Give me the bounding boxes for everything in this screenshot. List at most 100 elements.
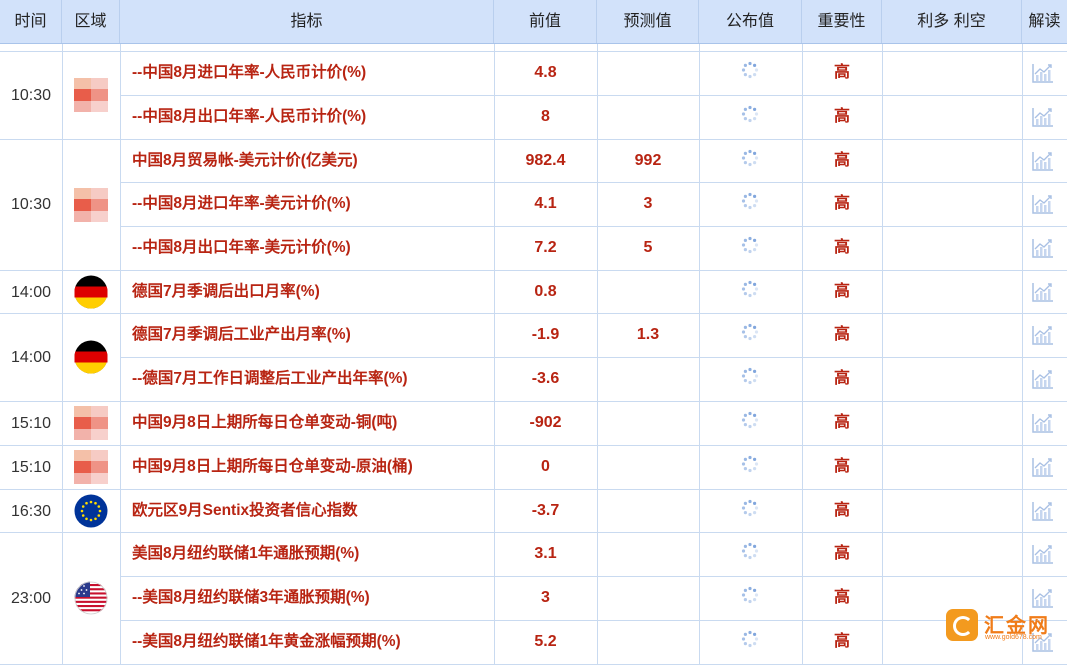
column-divider xyxy=(1022,44,1023,664)
importance-level: 高 xyxy=(833,283,850,300)
chart-icon[interactable] xyxy=(1031,237,1055,259)
header-forecast: 预测值 xyxy=(597,0,699,43)
importance-level: 高 xyxy=(833,108,850,125)
forecast-value xyxy=(597,357,699,400)
header-importance: 重要性 xyxy=(802,0,882,43)
loading-spinner-icon xyxy=(741,149,759,167)
event-time: 10:30 xyxy=(10,196,52,213)
indicator-name[interactable]: 美国8月纽约联储1年通胀预期(%) xyxy=(120,532,494,575)
loading-spinner-icon xyxy=(741,630,759,648)
loading-spinner-icon xyxy=(741,586,759,604)
chart-icon[interactable] xyxy=(1031,587,1055,609)
previous-value: -902 xyxy=(529,414,562,431)
forecast-value: 3 xyxy=(643,195,653,212)
germany-flag-icon xyxy=(74,275,108,309)
china-flag-icon xyxy=(74,406,108,440)
column-divider xyxy=(62,44,63,664)
china-flag-icon xyxy=(74,78,108,112)
forecast-value xyxy=(597,576,699,619)
importance-level: 高 xyxy=(833,152,850,169)
loading-spinner-icon xyxy=(741,192,759,210)
indicator-name[interactable]: --中国8月出口年率-人民币计价(%) xyxy=(120,95,494,138)
forecast-value: 1.3 xyxy=(636,326,660,343)
loading-spinner-icon xyxy=(741,323,759,341)
previous-value: 3 xyxy=(541,589,550,606)
importance-level: 高 xyxy=(833,589,850,606)
loading-spinner-icon xyxy=(741,542,759,560)
forecast-value xyxy=(597,532,699,575)
chart-icon[interactable] xyxy=(1031,368,1055,390)
indicator-name[interactable]: --美国8月纽约联储3年通胀预期(%) xyxy=(120,576,494,619)
us-flag-icon xyxy=(74,581,108,615)
chart-icon[interactable] xyxy=(1031,456,1055,478)
event-time: 10:30 xyxy=(10,86,52,104)
previous-value: 5.2 xyxy=(534,633,557,650)
loading-spinner-icon xyxy=(741,61,759,79)
forecast-value xyxy=(597,270,699,313)
indicator-name[interactable]: 中国9月8日上期所每日仓单变动-原油(桶) xyxy=(120,445,494,488)
chart-icon[interactable] xyxy=(1031,281,1055,303)
loading-spinner-icon xyxy=(741,280,759,298)
indicator-name[interactable]: 欧元区9月Sentix投资者信心指数 xyxy=(120,489,494,532)
chart-icon[interactable] xyxy=(1031,324,1055,346)
watermark-url: www.gold678.com xyxy=(985,634,1042,641)
china-flag-icon xyxy=(74,187,108,222)
column-divider xyxy=(699,44,700,664)
forecast-value xyxy=(597,620,699,663)
chart-icon[interactable] xyxy=(1031,543,1055,565)
previous-value: 4.1 xyxy=(534,195,557,212)
forecast-value xyxy=(597,51,699,94)
importance-level: 高 xyxy=(833,502,850,519)
header-impact: 利多 利空 xyxy=(882,0,1022,43)
importance-level: 高 xyxy=(833,414,850,431)
chart-icon[interactable] xyxy=(1031,500,1055,522)
indicator-name[interactable]: --美国8月纽约联储1年黄金涨幅预期(%) xyxy=(120,620,494,663)
indicator-name[interactable]: --中国8月进口年率-美元计价(%) xyxy=(120,182,494,225)
header-time: 时间 xyxy=(0,0,62,43)
loading-spinner-icon xyxy=(741,367,759,385)
event-time: 14:00 xyxy=(10,283,52,301)
indicator-name[interactable]: 德国7月季调后工业产出月率(%) xyxy=(120,313,494,356)
header-indicator: 指标 xyxy=(120,0,494,43)
importance-level: 高 xyxy=(833,239,850,256)
eu-flag-icon xyxy=(74,494,108,528)
previous-value: 3.1 xyxy=(534,545,557,562)
previous-value: -1.9 xyxy=(531,326,560,343)
event-time: 15:10 xyxy=(10,414,52,432)
loading-spinner-icon xyxy=(741,455,759,473)
forecast-value: 5 xyxy=(643,239,653,256)
importance-level: 高 xyxy=(833,64,850,81)
chart-icon[interactable] xyxy=(1031,106,1055,128)
indicator-name[interactable]: 德国7月季调后出口月率(%) xyxy=(120,270,494,313)
indicator-name[interactable]: 中国9月8日上期所每日仓单变动-铜(吨) xyxy=(120,401,494,444)
chart-icon[interactable] xyxy=(1031,412,1055,434)
column-divider xyxy=(882,44,883,664)
chart-icon[interactable] xyxy=(1031,193,1055,215)
china-flag-icon xyxy=(74,450,108,484)
loading-spinner-icon xyxy=(741,236,759,254)
site-watermark: 汇金网 www.gold678.com xyxy=(946,609,1054,643)
indicator-name[interactable]: --中国8月出口年率-美元计价(%) xyxy=(120,226,494,269)
header-actual: 公布值 xyxy=(699,0,802,43)
indicator-name[interactable]: --德国7月工作日调整后工业产出年率(%) xyxy=(120,357,494,400)
previous-value: 7.2 xyxy=(534,239,557,256)
germany-flag-icon xyxy=(74,340,108,374)
previous-value: 4.8 xyxy=(534,64,557,81)
header-analysis: 解读 xyxy=(1028,13,1061,30)
chart-icon[interactable] xyxy=(1031,62,1055,84)
event-time: 23:00 xyxy=(10,589,52,607)
loading-spinner-icon xyxy=(741,499,759,517)
importance-level: 高 xyxy=(833,195,850,212)
header-previous: 前值 xyxy=(494,0,597,43)
chart-icon[interactable] xyxy=(1031,150,1055,172)
previous-value: 8 xyxy=(541,108,550,125)
previous-value: 0.8 xyxy=(534,283,557,300)
indicator-name[interactable]: --中国8月进口年率-人民币计价(%) xyxy=(120,51,494,94)
forecast-value xyxy=(597,489,699,532)
header-region: 区域 xyxy=(62,0,120,43)
loading-spinner-icon xyxy=(741,411,759,429)
previous-value: 0 xyxy=(541,458,550,475)
forecast-value xyxy=(597,445,699,488)
indicator-name[interactable]: 中国8月贸易帐-美元计价(亿美元) xyxy=(120,139,494,182)
event-time: 16:30 xyxy=(10,502,52,520)
